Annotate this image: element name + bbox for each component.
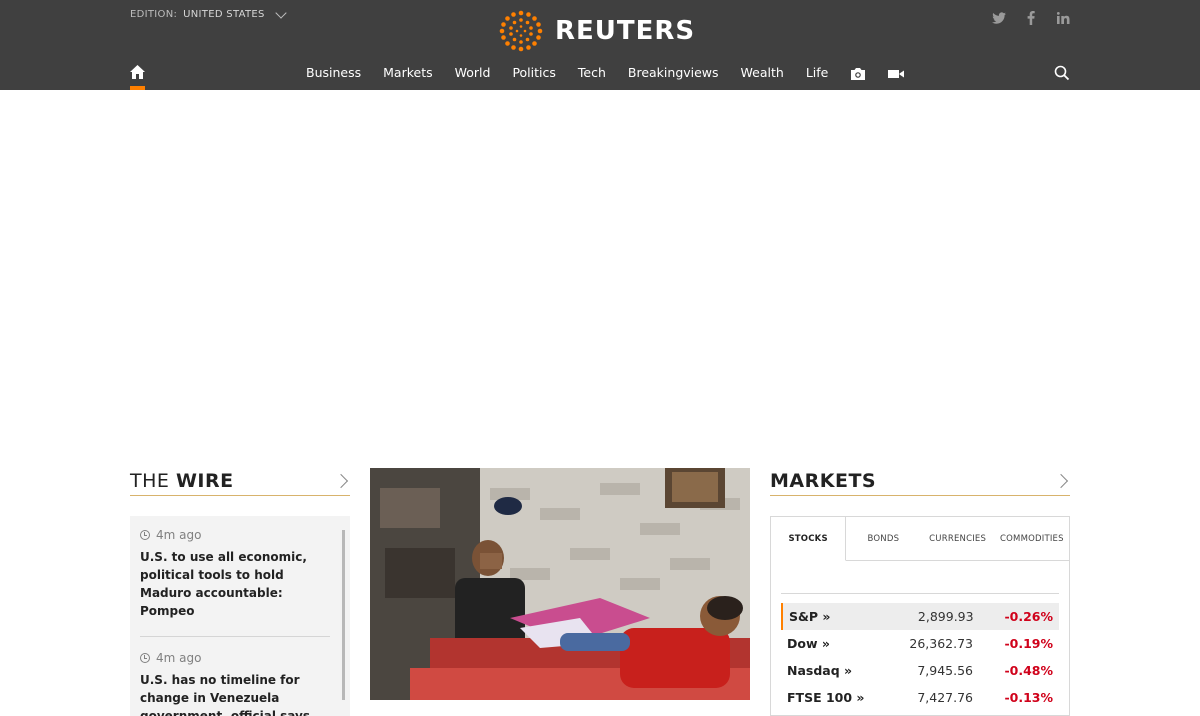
market-name[interactable]: S&P » — [789, 609, 898, 624]
market-row[interactable]: FTSE 100 » 7,427.76 -0.13% — [781, 684, 1059, 711]
social-links — [992, 10, 1070, 26]
markets-section: MARKETS STOCKS BONDS CURRENCIES COMMODIT… — [770, 466, 1070, 716]
wire-time-text: 4m ago — [156, 651, 202, 665]
wire-header[interactable]: THE WIRE — [130, 466, 350, 496]
market-value: 7,427.76 — [917, 690, 973, 705]
market-name[interactable]: FTSE 100 » — [787, 690, 897, 705]
chevron-down-icon — [274, 6, 287, 19]
nav-item-tech[interactable]: Tech — [578, 65, 606, 81]
home-icon — [130, 65, 145, 79]
wire-headline[interactable]: U.S. to use all economic, political tool… — [140, 548, 330, 620]
market-row[interactable]: S&P » 2,899.93 -0.26% — [781, 603, 1059, 630]
market-value: 7,945.56 — [917, 663, 973, 678]
brand-wordmark: REUTERS — [555, 16, 696, 46]
wire-headline[interactable]: U.S. has no timeline for change in Venez… — [140, 671, 330, 716]
wire-timestamp: 4m ago — [140, 651, 330, 665]
nav-item-wealth[interactable]: Wealth — [741, 65, 784, 81]
search-icon[interactable] — [1054, 65, 1070, 81]
market-name[interactable]: Dow » — [787, 636, 897, 651]
clock-icon — [140, 653, 150, 663]
nav-item-markets[interactable]: Markets — [383, 65, 432, 81]
wire-time-text: 4m ago — [156, 528, 202, 542]
main-nav: Business Markets World Politics Tech Bre… — [0, 60, 1200, 90]
market-change: -0.26% — [1004, 609, 1053, 624]
reuters-dots-icon — [499, 10, 543, 52]
nav-item-politics[interactable]: Politics — [512, 65, 555, 81]
camera-icon[interactable] — [850, 67, 866, 81]
nav-item-breakingviews[interactable]: Breakingviews — [628, 65, 719, 81]
nav-links: Business Markets World Politics Tech Bre… — [306, 65, 926, 81]
nav-item-life[interactable]: Life — [806, 65, 829, 81]
wire-section: THE WIRE 4m ago U.S. to use all economic… — [130, 466, 350, 716]
facebook-icon[interactable] — [1024, 10, 1038, 26]
markets-title: MARKETS — [770, 470, 876, 492]
site-header: EDITION: UNITED STATES REUTERS Business … — [0, 0, 1200, 90]
lead-photo-image — [370, 468, 750, 700]
linkedin-icon[interactable] — [1056, 10, 1070, 26]
video-icon[interactable] — [888, 67, 905, 81]
wire-scrollbar[interactable] — [342, 530, 345, 700]
tab-commodities[interactable]: COMMODITIES — [995, 517, 1069, 560]
market-value: 2,899.93 — [917, 609, 974, 624]
wire-title-bold: WIRE — [175, 469, 234, 492]
markets-header[interactable]: MARKETS — [770, 466, 1070, 496]
market-value: 26,362.73 — [909, 636, 973, 651]
market-change: -0.13% — [1004, 690, 1053, 705]
wire-title: THE WIRE — [130, 470, 234, 492]
edition-selector[interactable]: EDITION: UNITED STATES — [130, 6, 287, 20]
markets-title-text: MARKETS — [770, 469, 877, 492]
market-name[interactable]: Nasdaq » — [787, 663, 897, 678]
market-row[interactable]: Dow » 26,362.73 -0.19% — [781, 630, 1059, 657]
chevron-right-icon[interactable] — [1053, 473, 1069, 488]
market-row[interactable]: Nasdaq » 7,945.56 -0.48% — [781, 657, 1059, 684]
tab-bonds[interactable]: BONDS — [846, 517, 920, 560]
nav-item-world[interactable]: World — [455, 65, 491, 81]
markets-table: S&P » 2,899.93 -0.26% Dow » 26,362.73 -0… — [781, 593, 1059, 711]
wire-timestamp: 4m ago — [140, 528, 330, 542]
edition-label: EDITION: — [130, 9, 178, 20]
tab-stocks[interactable]: STOCKS — [771, 517, 847, 561]
market-change: -0.48% — [1004, 663, 1053, 678]
wire-title-light: THE — [130, 469, 170, 492]
home-link[interactable] — [130, 64, 146, 90]
lead-story-photo[interactable] — [370, 468, 750, 700]
clock-icon — [140, 530, 150, 540]
nav-item-business[interactable]: Business — [306, 65, 361, 81]
wire-list: 4m ago U.S. to use all economic, politic… — [130, 516, 350, 716]
home-active-indicator — [130, 86, 145, 90]
edition-value: UNITED STATES — [183, 9, 265, 20]
wire-item[interactable]: 4m ago U.S. to use all economic, politic… — [140, 528, 330, 637]
markets-panel: STOCKS BONDS CURRENCIES COMMODITIES S&P … — [770, 516, 1070, 716]
wire-item[interactable]: 4m ago U.S. has no timeline for change i… — [140, 651, 330, 716]
tab-currencies[interactable]: CURRENCIES — [921, 517, 995, 560]
chevron-right-icon[interactable] — [333, 473, 349, 488]
reuters-logo[interactable]: REUTERS — [497, 9, 695, 53]
market-change: -0.19% — [1004, 636, 1053, 651]
twitter-icon[interactable] — [992, 10, 1006, 26]
markets-tabs: STOCKS BONDS CURRENCIES COMMODITIES — [771, 517, 1069, 561]
